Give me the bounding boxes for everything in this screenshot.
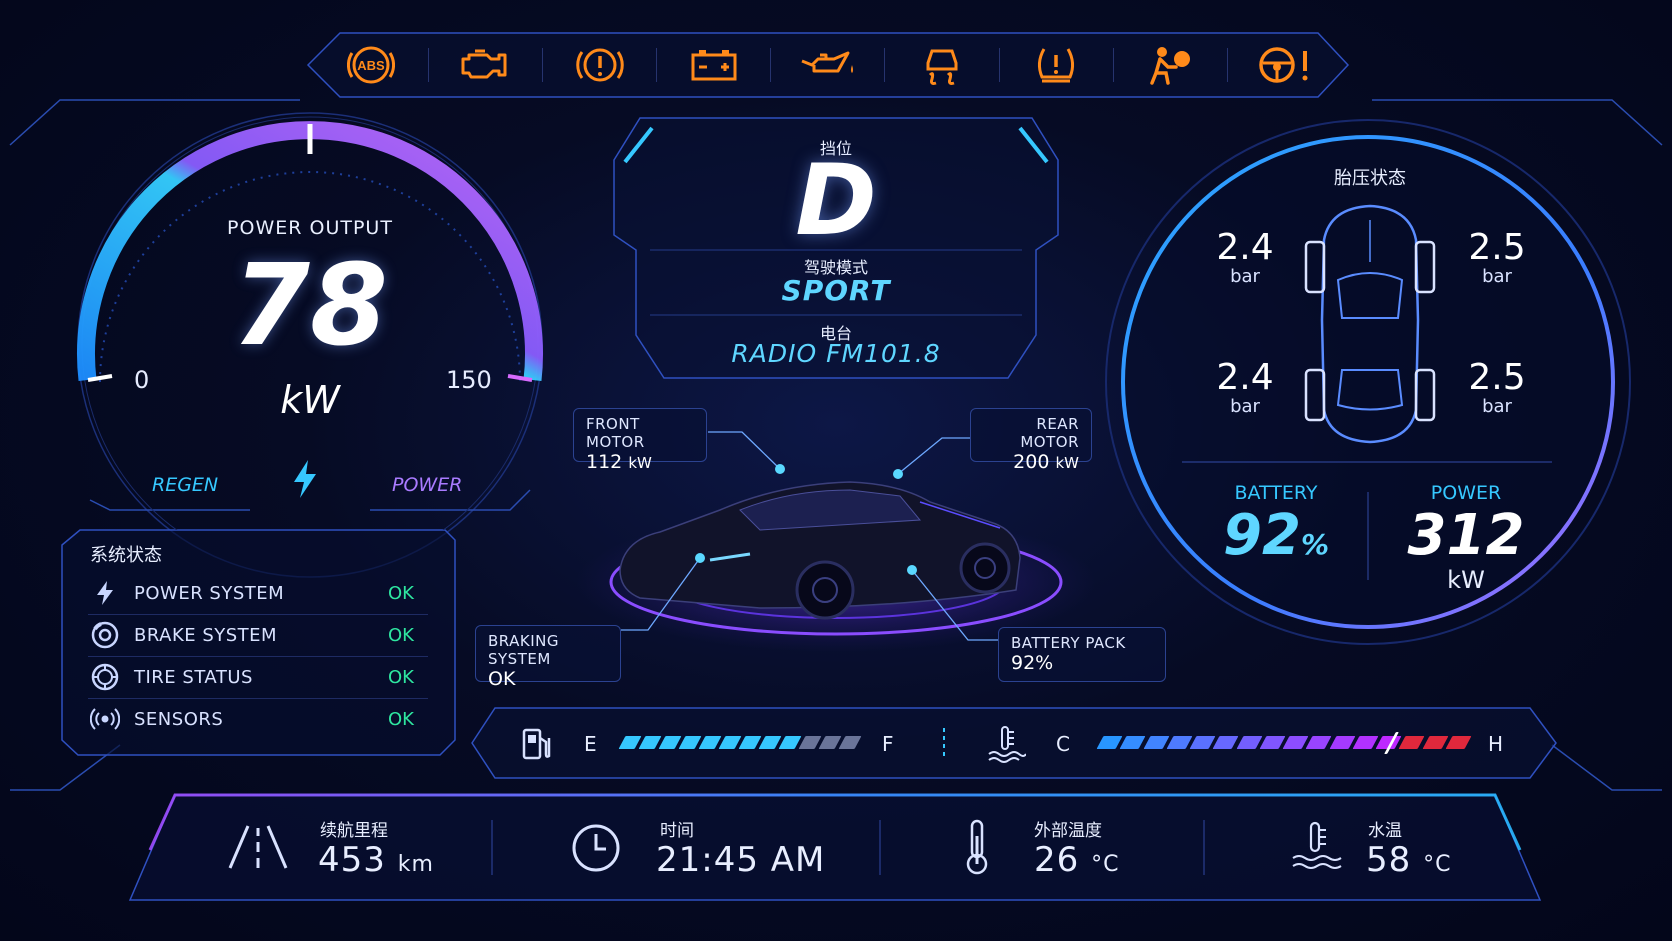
battery-pack-dot [907, 565, 917, 575]
callout-title: BRAKING SYSTEM [488, 632, 559, 668]
callout-lines [621, 431, 998, 641]
callout-value: 92% [1011, 652, 1054, 674]
tire-pressure-title: 胎压状态 [1334, 168, 1406, 189]
total-power-label: POWER [1430, 482, 1502, 504]
water-temp-value: 58 °C [1366, 840, 1452, 880]
callout-unit: kW [628, 454, 652, 472]
car-top-view-icon [1304, 204, 1436, 444]
battery-label: BATTERY [1234, 482, 1318, 504]
tire-rear-left: 2.4 bar [1200, 357, 1290, 418]
tire-pressure-unit: bar [1482, 396, 1512, 417]
tire-pressure-unit: bar [1230, 266, 1260, 287]
tire-front-right: 2.5 bar [1452, 227, 1542, 288]
callout-value: OK [488, 668, 516, 690]
tire-pressure-value: 2.5 [1468, 357, 1526, 398]
callout-title: BATTERY PACK [1011, 634, 1126, 652]
callout-value: 200 [1013, 451, 1050, 473]
braking-dot [695, 553, 705, 563]
fuel-empty-label: E [584, 732, 597, 756]
total-power-unit: kW [1447, 566, 1485, 594]
rear-motor-callout[interactable]: REAR MOTOR 200 kW [970, 408, 1092, 473]
front-motor-callout[interactable]: FRONT MOTOR 112 kW [573, 408, 707, 473]
callout-title: REAR MOTOR [1020, 415, 1079, 451]
fuel-pump-icon [522, 728, 551, 760]
tire-pressure-unit: bar [1230, 396, 1260, 417]
callout-value: 112 [586, 451, 623, 473]
outside-temp-value: 26 °C [1034, 840, 1120, 880]
battery-pack-callout[interactable]: BATTERY PACK 92% [998, 627, 1166, 682]
tire-pressure-value: 2.4 [1216, 357, 1274, 398]
rear-motor-dot [893, 469, 903, 479]
road-icon [228, 825, 288, 869]
callout-unit: kW [1055, 454, 1079, 472]
tire-front-left: 2.4 bar [1200, 227, 1290, 288]
battery-value: 92% [1223, 503, 1329, 568]
tire-fr [1414, 240, 1436, 294]
time-value: 21:45 AM [656, 840, 826, 880]
tire-pressure-value: 2.5 [1468, 227, 1526, 268]
callout-title: FRONT MOTOR [586, 415, 645, 451]
tire-rl [1304, 368, 1326, 422]
fuel-full-label: F [882, 732, 894, 756]
tire-fl [1304, 240, 1326, 294]
clock-icon [572, 824, 620, 872]
temp-cold-label: C [1056, 732, 1070, 756]
water-temp-label: 水温 [1368, 821, 1402, 841]
braking-system-callout[interactable]: BRAKING SYSTEM OK [475, 625, 621, 690]
tire-pressure-value: 2.4 [1216, 227, 1274, 268]
range-label: 续航里程 [320, 821, 388, 841]
tire-rr [1414, 368, 1436, 422]
tire-pressure-unit: bar [1482, 266, 1512, 287]
coolant-temp-icon [988, 726, 1026, 763]
outside-temp-label: 外部温度 [1034, 821, 1102, 841]
water-temp-icon [1292, 821, 1342, 869]
range-value: 453 km [318, 840, 434, 880]
temp-hot-label: H [1488, 732, 1504, 756]
time-label: 时间 [660, 821, 694, 841]
tire-rear-right: 2.5 bar [1452, 357, 1542, 418]
total-power-value: 312 [1407, 503, 1525, 568]
thermometer-icon [966, 819, 988, 875]
front-motor-dot [775, 464, 785, 474]
